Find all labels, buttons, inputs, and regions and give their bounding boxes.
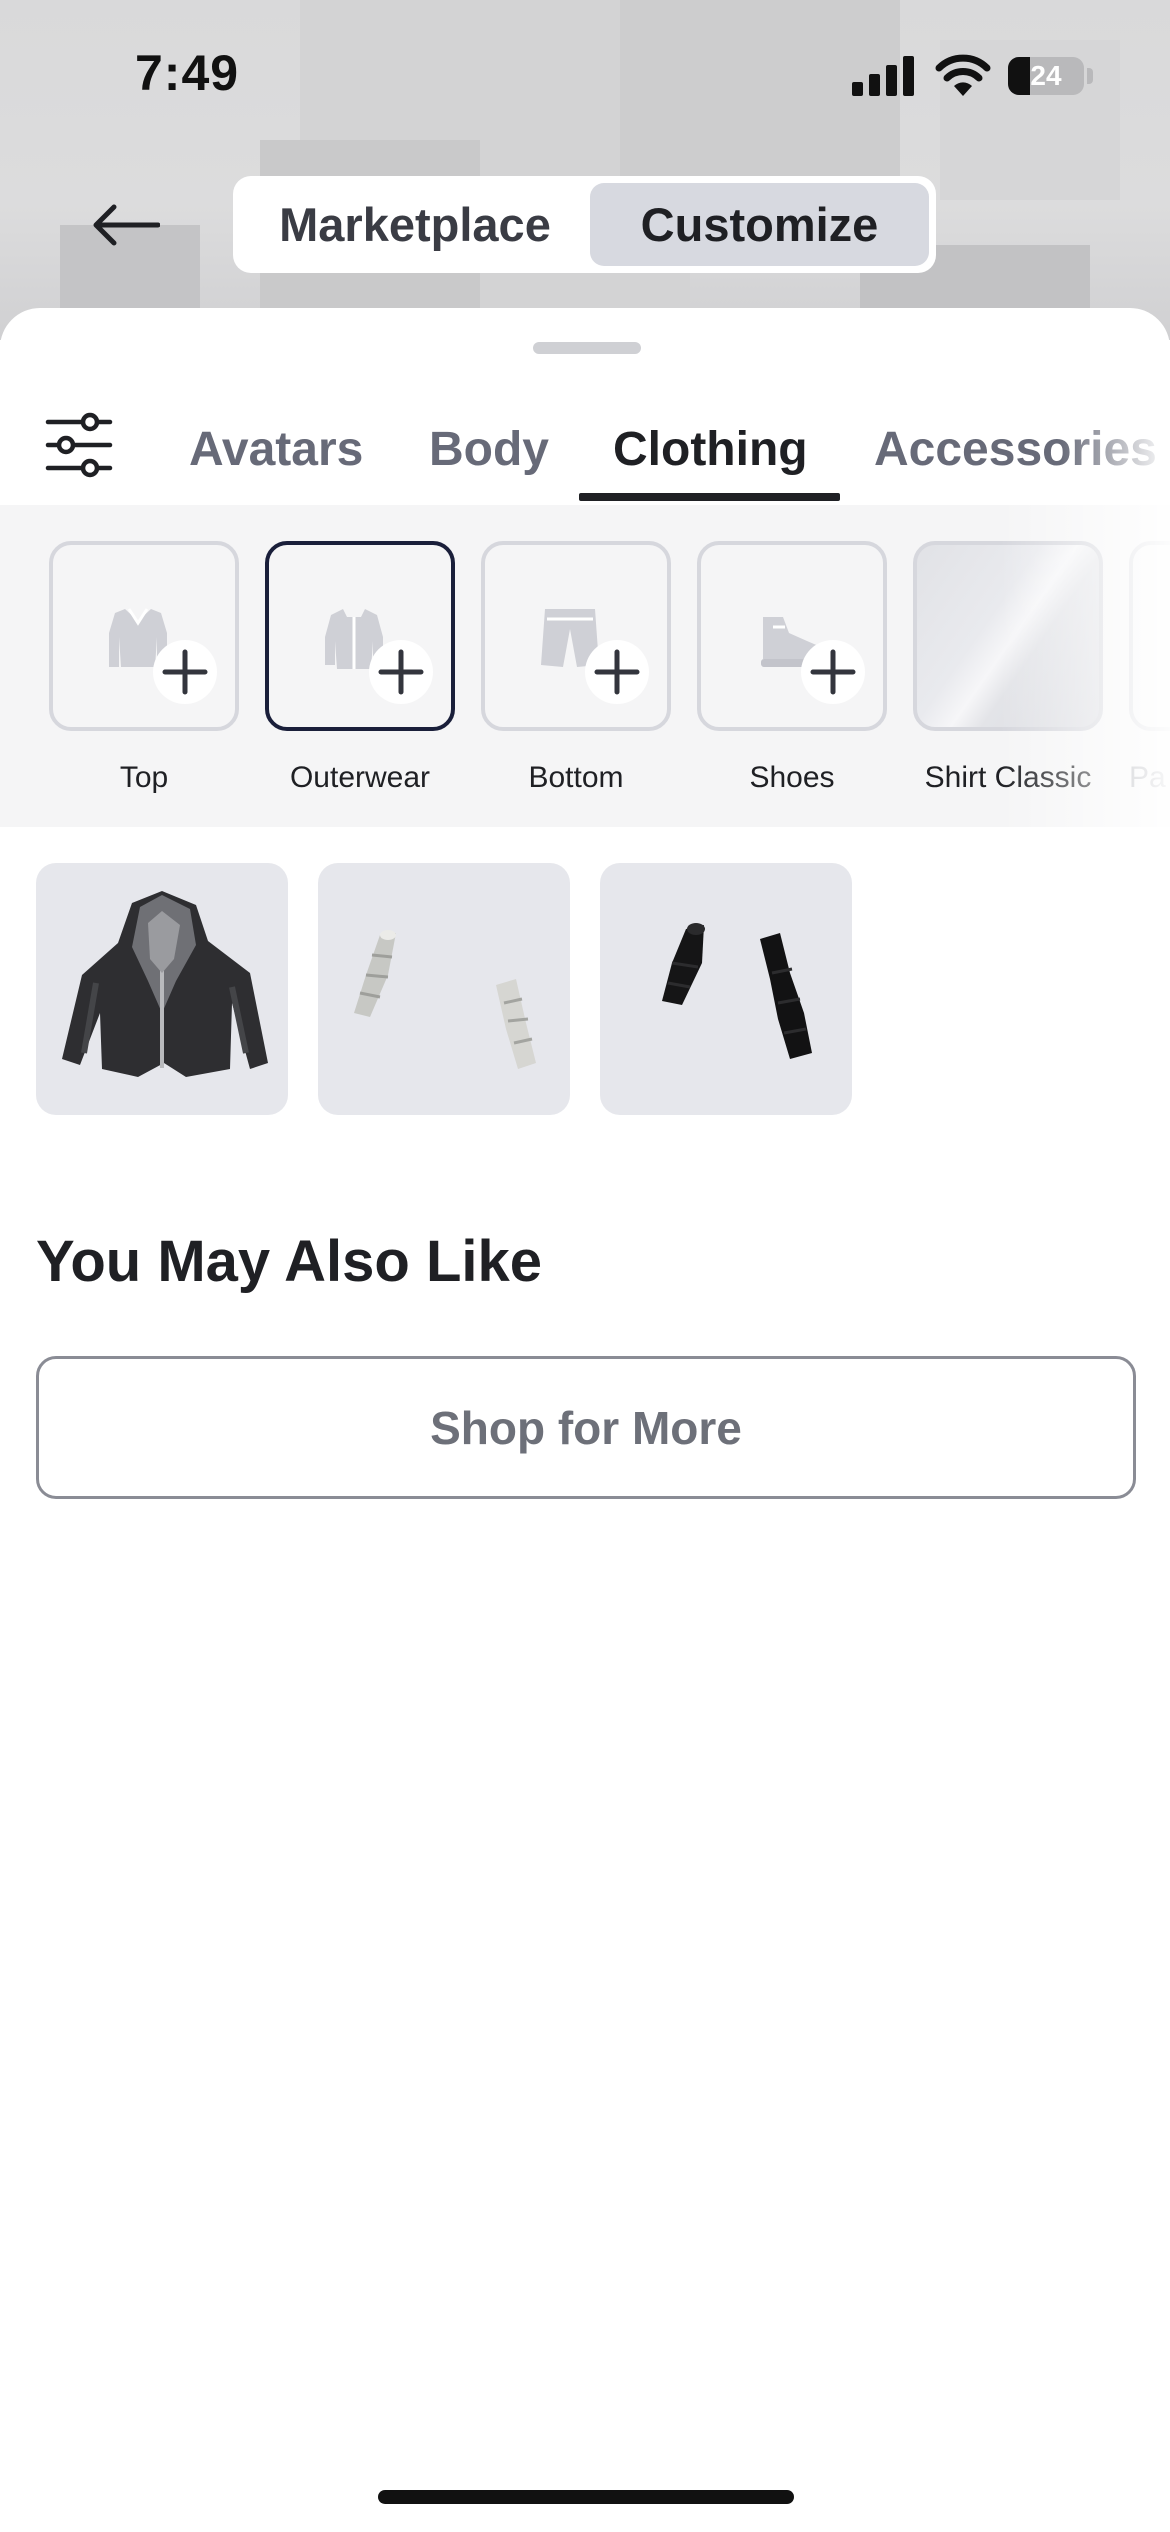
add-badge	[153, 640, 217, 704]
arrow-left-icon	[93, 204, 160, 246]
status-time: 7:49	[135, 45, 240, 101]
mode-segmented-control: Marketplace Customize	[233, 176, 936, 273]
segment-customize[interactable]: Customize	[590, 183, 929, 266]
category-label: Bottom	[528, 761, 624, 794]
battery-tip	[1087, 68, 1093, 84]
customize-sheet: Avatars Body Clothing Accessories Top Ou…	[0, 308, 1170, 2532]
segment-marketplace[interactable]: Marketplace	[240, 183, 590, 266]
add-badge	[585, 640, 649, 704]
category-label: Top	[119, 761, 169, 794]
category-bottom[interactable]: Bottom	[481, 541, 671, 795]
category-label: Outerwear	[289, 761, 431, 794]
category-label: Shoes	[749, 761, 835, 794]
status-bar: 7:49 24	[0, 0, 1170, 150]
category-shoes[interactable]: Shoes	[697, 541, 887, 795]
active-tab-indicator	[579, 493, 840, 501]
category-top-tile[interactable]	[49, 541, 239, 731]
you-may-also-like-title: You May Also Like	[36, 1229, 542, 1294]
plus-icon	[594, 649, 640, 695]
clothing-category-strip: Top Outerwear Bottom Shoes Shirt	[0, 505, 1170, 827]
tab-body[interactable]: Body	[429, 422, 549, 477]
shop-for-more-button[interactable]: Shop for More	[36, 1356, 1136, 1499]
white-leg-warmers-thumbnail	[354, 930, 536, 1069]
wifi-icon	[935, 54, 991, 96]
signal-icon	[852, 56, 914, 96]
item-black-leg-warmers[interactable]	[600, 863, 852, 1115]
home-indicator[interactable]	[378, 2490, 794, 2504]
add-badge	[801, 640, 865, 704]
back-button[interactable]	[80, 185, 170, 265]
category-outerwear[interactable]: Outerwear	[265, 541, 455, 795]
category-top[interactable]: Top	[49, 541, 239, 795]
sheet-grabber[interactable]	[533, 342, 641, 354]
tabs-fade	[1060, 408, 1170, 498]
battery-icon: 24	[1008, 57, 1084, 95]
category-bottom-tile[interactable]	[481, 541, 671, 731]
plus-icon	[810, 649, 856, 695]
plus-icon	[162, 649, 208, 695]
category-shoes-tile[interactable]	[697, 541, 887, 731]
black-hooded-jacket-thumbnail	[62, 891, 268, 1077]
item-black-hooded-jacket[interactable]	[36, 863, 288, 1115]
plus-icon	[378, 649, 424, 695]
item-white-leg-warmers[interactable]	[318, 863, 570, 1115]
category-outerwear-tile[interactable]	[265, 541, 455, 731]
strip-fade	[1000, 505, 1170, 827]
tab-clothing[interactable]: Clothing	[613, 422, 808, 477]
add-badge	[369, 640, 433, 704]
battery-level: 24	[1030, 60, 1062, 91]
black-leg-warmers-thumbnail	[662, 923, 812, 1059]
tab-avatars[interactable]: Avatars	[189, 422, 363, 477]
